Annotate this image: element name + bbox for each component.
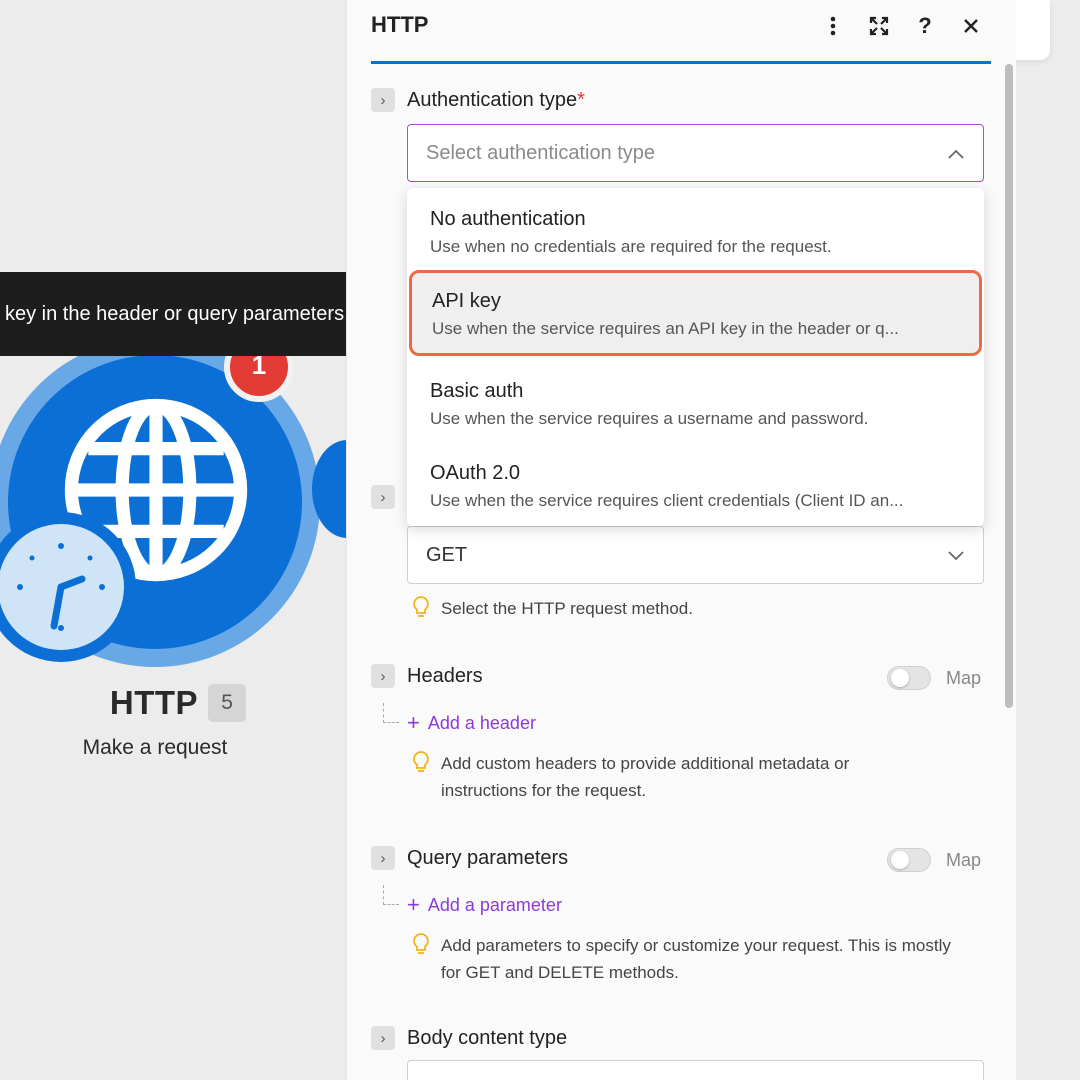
plus-icon: + [407,892,420,917]
lightbulb-icon [413,751,429,772]
panel-title: HTTP [371,12,429,37]
option-tooltip: key in the header or query parameters. [0,272,402,356]
query-hint: Add parameters to specify or customize y… [411,932,951,986]
body-content-type-select[interactable] [407,1060,984,1080]
lightbulb-icon [413,933,429,954]
option-description: Use when the service requires client cre… [430,491,904,510]
option-title: API key [432,290,501,312]
add-parameter-label: Add a parameter [427,894,562,915]
chevron-right-icon[interactable]: › [371,664,395,688]
headers-hint-text: Add custom headers to provide additional… [441,754,850,800]
query-label-row: › Query parameters [371,846,568,870]
query-map-label: Map [946,850,982,870]
body-label-row: › Body content type [371,1026,567,1050]
option-title: OAuth 2.0 [430,462,521,484]
expand-icon[interactable] [867,12,891,40]
chevron-right-icon[interactable]: › [371,88,395,112]
auth-type-select[interactable]: Select authentication type [407,124,984,182]
auth-type-dropdown: No authentication Use when no credential… [407,188,984,526]
option-title: Basic auth [430,380,524,402]
headers-map-label: Map [946,668,982,688]
body-label: Body content type [407,1026,568,1049]
auth-type-placeholder: Select authentication type [426,142,656,164]
help-icon[interactable]: ? [913,12,937,40]
auth-option-oauth2[interactable]: OAuth 2.0 Use when the service requires … [407,442,984,524]
headers-label-row: › Headers [371,664,483,688]
query-hint-text: Add parameters to specify or customize y… [441,936,951,982]
close-icon[interactable] [959,12,983,40]
panel-header-actions: ? [821,12,983,40]
auth-type-label-row: › Authentication type* [371,88,585,112]
auth-option-basic[interactable]: Basic auth Use when the service requires… [407,360,984,442]
option-description: Use when no credentials are required for… [430,237,832,256]
module-settings-panel: HTTP ? › Authentication type* Select aut… [346,0,1016,1080]
chevron-down-icon [947,527,965,583]
module-id-badge: 5 [208,684,247,722]
lightbulb-icon [413,596,429,617]
panel-scrollbar[interactable] [1005,64,1013,708]
clock-icon [17,543,105,631]
query-map-toggle[interactable] [887,848,931,872]
option-description: Use when the service requires a username… [430,409,869,428]
method-value: GET [426,544,468,566]
option-title: No authentication [430,208,586,230]
add-header-link[interactable]: + Add a header [407,710,536,736]
add-parameter-link[interactable]: + Add a parameter [407,892,562,918]
method-hint-text: Select the HTTP request method. [441,599,693,618]
method-label-row: › [371,485,395,509]
module-title-row: HTTP 5 [0,684,340,722]
query-label: Query parameters [407,846,569,869]
chevron-right-icon[interactable]: › [371,485,395,509]
add-header-label: Add a header [427,712,536,733]
headers-hint: Add custom headers to provide additional… [411,750,931,804]
chevron-up-icon [947,125,965,181]
plus-icon: + [407,710,420,735]
auth-type-label: Authentication type* [407,88,585,111]
panel-header: HTTP ? [371,0,991,64]
module-subtitle: Make a request [82,736,228,759]
headers-label: Headers [407,664,483,687]
chevron-right-icon[interactable]: › [371,846,395,870]
auth-option-api-key[interactable]: API key Use when the service requires an… [409,270,982,356]
tree-connector [383,885,399,905]
method-select[interactable]: GET [407,526,984,584]
auth-option-no-auth[interactable]: No authentication Use when no credential… [407,188,984,270]
option-description: Use when the service requires an API key… [432,319,899,338]
module-title: HTTP [109,684,199,721]
chevron-right-icon[interactable]: › [371,1026,395,1050]
tree-connector [383,703,399,723]
more-vertical-icon[interactable] [821,12,845,40]
method-hint: Select the HTTP request method. [411,595,693,622]
headers-map-toggle[interactable] [887,666,931,690]
